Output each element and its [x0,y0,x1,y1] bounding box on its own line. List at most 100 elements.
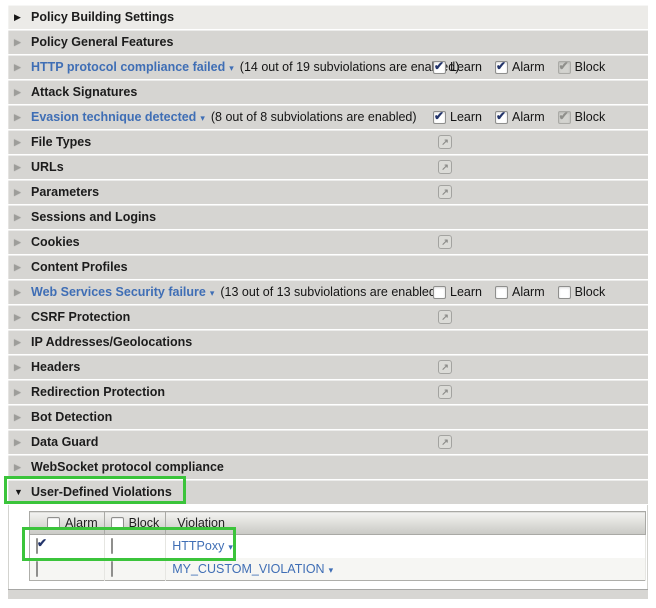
alarm-checkbox[interactable] [495,61,508,74]
subviolations-summary: (13 out of 13 subviolations are enabled) [220,285,440,299]
open-in-popup-icon[interactable]: ↗ [438,235,452,249]
learn-checkbox[interactable] [433,61,446,74]
dropdown-icon[interactable]: ▾ [329,565,334,575]
section-row-ip-addresses-geolocations[interactable]: ▶ IP Addresses/Geolocations [8,330,648,354]
block-checkbox [558,61,571,74]
row-right-controls: ↗ [433,305,452,329]
arrow-up-right-icon: ↗ [441,163,449,172]
block-checkbox[interactable] [558,286,571,299]
open-in-popup-icon[interactable]: ↗ [438,435,452,449]
section-row-web-services-security-failure[interactable]: ▶ Web Services Security failure ▾ (13 ou… [8,280,648,304]
arrow-up-right-icon: ↗ [441,388,449,397]
alarm-select-all-checkbox[interactable] [47,517,60,530]
section-label: Parameters [31,185,99,199]
collapsed-arrow-icon: ▶ [14,362,31,373]
section-row-attack-signatures[interactable]: ▶ Attack Signatures [8,80,648,104]
collapsed-arrow-icon: ▶ [14,162,31,173]
section-row-evasion-technique-detected[interactable]: ▶ Evasion technique detected ▾ (8 out of… [8,105,648,129]
row-right-controls: LearnAlarmBlock [433,280,618,304]
section-row-headers[interactable]: ▶ Headers ↗ [8,355,648,379]
section-row-data-guard[interactable]: ▶ Data Guard ↗ [8,430,648,454]
row-right-controls: ↗ [433,355,452,379]
section-label: Headers [31,360,80,374]
section-row-policy-general-features[interactable]: ▶ Policy General Features [8,30,648,54]
section-row-sessions-and-logins[interactable]: ▶ Sessions and Logins [8,205,648,229]
block-column-label: Block [129,516,160,530]
violation-link-evasion-technique-detected[interactable]: Evasion technique detected [31,110,196,124]
block-checkbox-httpoxy[interactable] [111,538,113,554]
section-row-csrf-protection[interactable]: ▶ CSRF Protection ↗ [8,305,648,329]
section-label: Content Profiles [31,260,128,274]
dropdown-icon[interactable]: ▾ [229,63,234,74]
collapsed-arrow-icon: ▶ [14,62,31,73]
checkbox-label: Learn [450,60,482,74]
violation-link-httpoxy[interactable]: HTTPoxy [172,539,224,553]
open-in-popup-icon[interactable]: ↗ [438,360,452,374]
checkbox-label: Alarm [512,110,545,124]
collapsed-arrow-icon: ▶ [14,12,31,23]
user-defined-violations-panel: Alarm Block Violation [8,505,648,589]
block-checkbox [558,111,571,124]
block-column-header: Block [104,512,166,535]
block-checkbox-item: Block [558,110,606,124]
section-row-content-profiles[interactable]: ▶ Content Profiles [8,255,648,279]
section-row-user-defined-violations[interactable]: ▼ User-Defined Violations [8,480,648,504]
open-in-popup-icon[interactable]: ↗ [438,185,452,199]
checkbox-label: Block [575,110,606,124]
checkbox-label: Block [575,60,606,74]
alarm-checkbox-item: Alarm [495,285,545,299]
open-in-popup-icon[interactable]: ↗ [438,385,452,399]
learn-checkbox[interactable] [433,286,446,299]
subviolations-summary: (14 out of 19 subviolations are enabled) [240,60,460,74]
arrow-up-right-icon: ↗ [441,138,449,147]
collapsed-arrow-icon: ▶ [14,137,31,148]
section-label: User-Defined Violations [31,485,172,499]
section-label: File Types [31,135,91,149]
violation-column-label: Violation [177,516,225,530]
block-select-all-checkbox[interactable] [111,517,124,530]
section-row-parameters[interactable]: ▶ Parameters ↗ [8,180,648,204]
section-row-cookies[interactable]: ▶ Cookies ↗ [8,230,648,254]
checkbox-label: Learn [450,285,482,299]
section-label: IP Addresses/Geolocations [31,335,192,349]
collapsed-arrow-icon: ▶ [14,287,31,298]
open-in-popup-icon[interactable]: ↗ [438,135,452,149]
subviolations-summary: (8 out of 8 subviolations are enabled) [211,110,417,124]
block-checkbox-item: Block [558,60,606,74]
section-row-policy-building-settings[interactable]: ▶ Policy Building Settings [8,5,648,29]
violation-link-web-services-security-failure[interactable]: Web Services Security failure [31,285,206,299]
open-in-popup-icon[interactable]: ↗ [438,310,452,324]
violation-link-my-custom-violation[interactable]: MY_CUSTOM_VIOLATION [172,562,324,576]
row-right-controls: LearnAlarmBlock [433,55,618,79]
dropdown-icon[interactable]: ▾ [200,113,205,124]
alarm-checkbox-item: Alarm [495,110,545,124]
arrow-up-right-icon: ↗ [441,363,449,372]
section-row-http-protocol-compliance-failed[interactable]: ▶ HTTP protocol compliance failed ▾ (14 … [8,55,648,79]
alarm-checkbox-my-custom-violation[interactable] [36,561,38,577]
learn-checkbox[interactable] [433,111,446,124]
row-right-controls: ↗ [433,380,452,404]
dropdown-icon[interactable]: ▾ [228,542,233,552]
collapsed-arrow-icon: ▶ [14,337,31,348]
row-right-controls: LearnAlarmBlock [433,105,618,129]
section-label: Cookies [31,235,80,249]
section-row-websocket-protocol-compliance[interactable]: ▶ WebSocket protocol compliance [8,455,648,479]
section-row-bot-detection[interactable]: ▶ Bot Detection [8,405,648,429]
section-row-file-types[interactable]: ▶ File Types ↗ [8,130,648,154]
alarm-column-header: Alarm [30,512,105,535]
violations-table-header-row: Alarm Block Violation [30,512,646,535]
collapsed-arrow-icon: ▶ [14,437,31,448]
alarm-checkbox[interactable] [495,111,508,124]
block-checkbox-my-custom-violation[interactable] [111,561,113,577]
dropdown-icon[interactable]: ▾ [210,288,215,299]
section-label: Sessions and Logins [31,210,156,224]
section-label: Data Guard [31,435,98,449]
section-row-redirection-protection[interactable]: ▶ Redirection Protection ↗ [8,380,648,404]
alarm-checkbox-httpoxy[interactable] [36,538,38,554]
section-row-urls[interactable]: ▶ URLs ↗ [8,155,648,179]
open-in-popup-icon[interactable]: ↗ [438,160,452,174]
violation-link-http-protocol-compliance-failed[interactable]: HTTP protocol compliance failed [31,60,225,74]
violation-column-header: Violation [166,512,646,535]
arrow-up-right-icon: ↗ [441,238,449,247]
alarm-checkbox[interactable] [495,286,508,299]
